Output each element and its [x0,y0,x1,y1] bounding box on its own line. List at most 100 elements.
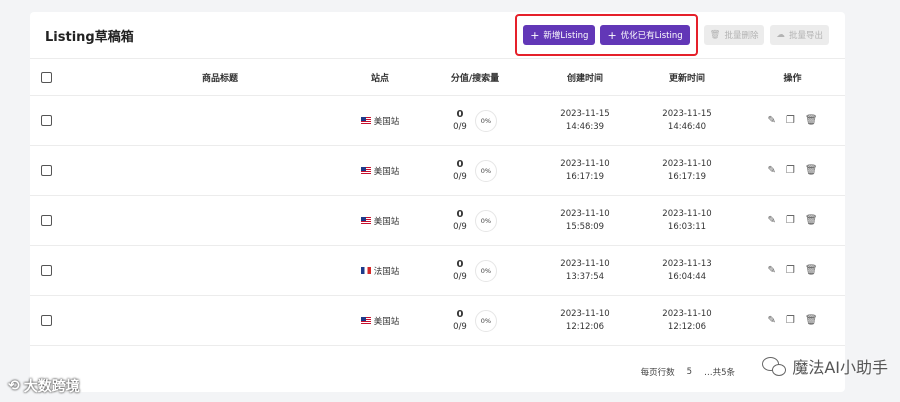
select-all-cell [41,71,53,83]
row-progress-ring: 0% [474,309,497,332]
row-updated: 2023-11-13 16:04:44 [637,258,737,284]
row-updated-date: 2023-11-10 [662,208,712,219]
logo-icon: ⟲ [8,378,20,394]
table-body: 美国站 0 0/9 0% 2023-11-15 14:46:39 2023-11… [30,96,845,346]
row-check-cell [41,215,53,226]
row-checkbox[interactable] [41,115,52,126]
row-updated-date: 2023-11-10 [662,158,712,169]
row-progress-ring: 0% [474,209,497,232]
table-row: 美国站 0 0/9 0% 2023-11-15 14:46:39 2023-11… [30,96,845,146]
row-search: 0/9 [453,221,467,232]
row-created: 2023-11-10 16:17:19 [535,158,635,184]
edit-icon[interactable]: ✎ [767,265,775,276]
row-site: 美国站 [373,316,400,327]
col-site[interactable]: 站点 [330,71,430,84]
select-all-checkbox[interactable] [41,71,52,83]
row-created-date: 2023-11-10 [560,258,610,269]
row-site-cell: 美国站 [330,315,430,327]
row-created-date: 2023-11-10 [560,158,610,169]
watermark-left: ⟲ 大数跨境 [8,376,80,396]
row-ops: ✎ ❐ 🗑 [745,115,840,126]
row-checkbox[interactable] [41,215,52,226]
row-site: 法国站 [373,266,400,277]
flag-fr-icon [360,267,371,274]
rows-per-page-select[interactable]: 5 [687,367,692,377]
row-updated-date: 2023-11-13 [662,258,712,269]
table-row: 美国站 0 0/9 0% 2023-11-10 15:58:09 2023-11… [30,196,845,246]
row-created-date: 2023-11-10 [560,208,610,219]
table-footer: 每页行数 5 …共5条 [30,352,845,392]
copy-icon[interactable]: ❐ [786,265,795,276]
row-created-time: 15:58:09 [565,221,605,232]
copy-icon[interactable]: ❐ [786,115,795,126]
optimize-listing-button[interactable]: + 优化已有Listing [600,25,690,45]
row-checkbox[interactable] [41,165,52,176]
row-updated-date: 2023-11-10 [662,308,712,319]
row-checkbox[interactable] [41,315,52,326]
edit-icon[interactable]: ✎ [767,215,775,226]
watermark-right-text: 魔法AI小助手 [792,358,888,377]
pager-info: …共5条 [704,368,735,378]
table-header: 商品标题 站点 分值/搜索量 创建时间 更新时间 操作 [30,59,845,96]
highlight-box: + 新增Listing + 优化已有Listing [515,14,698,56]
copy-icon[interactable]: ❐ [786,315,795,326]
row-progress-ring: 0% [474,109,497,132]
header-actions: + 新增Listing + 优化已有Listing 🗑 批量删除 ☁ 批量导出 [515,14,829,56]
batch-delete-button[interactable]: 🗑 批量删除 [703,25,765,45]
add-listing-button[interactable]: + 新增Listing [523,25,596,45]
row-created-time: 13:37:54 [565,271,605,282]
plus-icon: + [530,28,540,42]
batch-export-label: 批量导出 [788,31,823,41]
row-check-cell [41,315,53,326]
row-ops: ✎ ❐ 🗑 [745,215,840,226]
row-updated-time: 16:03:11 [667,221,707,232]
row-ops: ✎ ❐ 🗑 [745,315,840,326]
delete-icon[interactable]: 🗑 [805,165,818,176]
row-score-cell: 0 0/9 0% [425,258,525,284]
row-score: 0 [456,258,464,270]
edit-icon[interactable]: ✎ [767,315,775,326]
batch-delete-label: 批量删除 [724,31,759,41]
row-updated-time: 16:17:19 [667,171,707,182]
copy-icon[interactable]: ❐ [786,215,795,226]
row-site: 美国站 [373,216,400,227]
row-updated-time: 12:12:06 [667,321,707,332]
row-site-cell: 法国站 [330,265,430,277]
col-created[interactable]: 创建时间 [535,71,635,84]
flag-us-icon [360,167,371,174]
row-score-cell: 0 0/9 0% [425,158,525,184]
row-search: 0/9 [453,171,467,182]
row-score-cell: 0 0/9 0% [425,208,525,234]
trash-icon: 🗑 [709,30,721,40]
row-check-cell [41,165,53,176]
row-created: 2023-11-10 12:12:06 [535,308,635,334]
col-updated[interactable]: 更新时间 [637,71,737,84]
delete-icon[interactable]: 🗑 [805,115,818,126]
row-updated: 2023-11-10 16:17:19 [637,158,737,184]
delete-icon[interactable]: 🗑 [805,315,818,326]
row-updated-time: 14:46:40 [667,121,707,132]
col-score[interactable]: 分值/搜索量 [425,71,525,84]
row-site: 美国站 [373,116,400,127]
row-created-time: 12:12:06 [565,321,605,332]
row-created-time: 16:17:19 [565,171,605,182]
row-checkbox[interactable] [41,265,52,276]
row-search: 0/9 [453,271,467,282]
optimize-listing-label: 优化已有Listing [620,31,683,41]
edit-icon[interactable]: ✎ [767,165,775,176]
batch-export-button[interactable]: ☁ 批量导出 [770,25,829,45]
plus-icon: + [607,28,617,42]
copy-icon[interactable]: ❐ [786,165,795,176]
delete-icon[interactable]: 🗑 [805,265,818,276]
edit-icon[interactable]: ✎ [767,115,775,126]
flag-us-icon [360,217,371,224]
row-check-cell [41,265,53,276]
watermark-left-text: 大数跨境 [23,379,80,395]
row-ops: ✎ ❐ 🗑 [745,165,840,176]
row-created: 2023-11-10 13:37:54 [535,258,635,284]
delete-icon[interactable]: 🗑 [805,215,818,226]
col-title[interactable]: 商品标题 [150,71,290,84]
cloud-download-icon: ☁ [776,30,785,40]
row-created-date: 2023-11-15 [560,108,610,119]
flag-us-icon [360,317,371,324]
